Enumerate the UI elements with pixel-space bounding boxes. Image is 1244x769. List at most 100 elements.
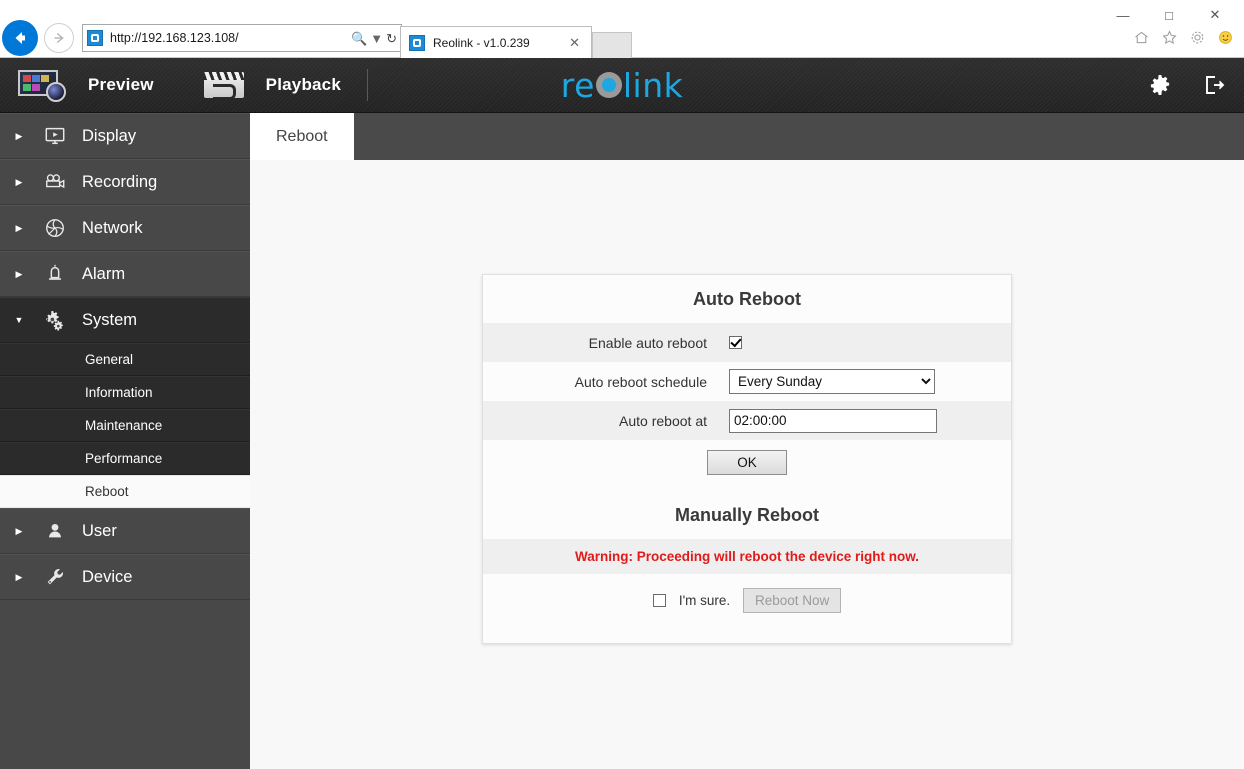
forward-arrow-icon [54, 32, 64, 44]
user-icon [38, 520, 72, 542]
chevron-right-icon: ▶ [15, 525, 23, 536]
enable-auto-reboot-label: Enable auto reboot [588, 334, 707, 351]
ok-button[interactable]: OK [707, 450, 787, 475]
im-sure-checkbox[interactable] [652, 594, 666, 607]
sidebar-label: System [82, 310, 138, 329]
address-input[interactable]: http://192.168.123.108/ [110, 31, 351, 45]
refresh-icon[interactable]: ↻ [386, 32, 397, 45]
browser-tab[interactable]: Reolink - v1.0.239 ✕ [400, 26, 592, 58]
sidebar-sublabel: Performance [85, 451, 163, 466]
sidebar-sublabel: Maintenance [85, 418, 163, 433]
sidebar-subitem-information[interactable]: Information [0, 376, 250, 409]
sidebar-item-user[interactable]: ▶ User [0, 508, 250, 554]
auto-reboot-schedule-select[interactable]: Every Sunday [729, 369, 935, 394]
new-tab-button[interactable] [592, 32, 632, 58]
preview-logo-icon [18, 70, 66, 102]
sidebar-item-display[interactable]: ▶ Display [0, 113, 250, 159]
chevron-right-icon: ▶ [15, 130, 23, 141]
logout-icon[interactable] [1202, 73, 1226, 97]
minimize-button[interactable]: — [1100, 2, 1146, 28]
browser-tab-strip: Reolink - v1.0.239 ✕ [400, 22, 632, 58]
close-icon[interactable]: ✕ [566, 35, 583, 51]
header-actions [1148, 73, 1226, 97]
window-controls: — □ ✕ [1100, 2, 1238, 28]
enable-auto-reboot-checkbox[interactable] [729, 336, 742, 349]
auto-reboot-title: Auto Reboot [483, 275, 1011, 323]
sidebar-subitem-performance[interactable]: Performance [0, 442, 250, 475]
sidebar-item-system[interactable]: ▼ System [0, 297, 250, 343]
favorites-icon[interactable] [1158, 26, 1180, 48]
wrench-icon [38, 566, 72, 588]
browser-chrome: http://192.168.123.108/ 🔍 ▼ ↻ Reolink - … [0, 0, 1244, 58]
nav-preview[interactable]: Preview [88, 75, 154, 95]
sidebar-label: Display [82, 126, 137, 145]
sidebar-item-device[interactable]: ▶ Device [0, 554, 250, 600]
sidebar-label: Alarm [82, 264, 126, 283]
maximize-button[interactable]: □ [1146, 2, 1192, 28]
sidebar-label: Recording [82, 172, 158, 191]
sidebar-sublabel: General [85, 352, 134, 367]
sidebar-item-recording[interactable]: ▶ Recording [0, 159, 250, 205]
sidebar-label: Network [82, 218, 143, 237]
feedback-icon[interactable] [1214, 26, 1236, 48]
auto-reboot-actions: OK [483, 440, 1011, 491]
tab-favicon-icon [409, 34, 425, 51]
sidebar-item-network[interactable]: ▶ Network [0, 205, 250, 251]
brand-logo: re link [0, 66, 1244, 105]
manual-reboot-title: Manually Reboot [483, 491, 1011, 539]
sidebar: ▶ Display ▶ Recording ▶ Network ▶ Alarm … [0, 113, 250, 769]
auto-reboot-time-input[interactable] [729, 408, 937, 433]
forward-button[interactable] [44, 23, 74, 53]
sidebar-sublabel: Information [85, 385, 153, 400]
settings-icon[interactable] [1186, 26, 1208, 48]
brand-o-icon [595, 72, 622, 98]
row-auto-reboot-at: Auto reboot at [483, 401, 1011, 440]
gears-icon [38, 308, 72, 332]
sidebar-item-alarm[interactable]: ▶ Alarm [0, 251, 250, 297]
im-sure-label: I'm sure. [678, 593, 731, 608]
tab-reboot[interactable]: Reboot [250, 113, 354, 160]
brand-text-left: re [560, 65, 595, 105]
content-tabbar: Reboot [250, 113, 1244, 160]
manual-reboot-actions: I'm sure. Reboot Now [483, 574, 1011, 643]
chevron-right-icon: ▶ [15, 222, 23, 233]
brand-text-right: link [622, 65, 684, 105]
back-arrow-icon [15, 32, 25, 44]
back-button[interactable] [2, 20, 38, 56]
chevron-right-icon: ▶ [15, 571, 23, 582]
sidebar-subitem-reboot[interactable]: Reboot [0, 475, 250, 508]
browser-tab-title: Reolink - v1.0.239 [433, 35, 530, 50]
site-favicon-icon [87, 30, 103, 46]
reboot-now-button[interactable]: Reboot Now [743, 588, 842, 613]
search-icon[interactable]: 🔍 [351, 32, 367, 45]
sidebar-subitem-maintenance[interactable]: Maintenance [0, 409, 250, 442]
chevron-down-icon[interactable]: ▼ [370, 32, 383, 45]
browser-nav-row: http://192.168.123.108/ 🔍 ▼ ↻ [0, 20, 402, 56]
reboot-panel: Auto Reboot Enable auto reboot Auto rebo… [482, 274, 1012, 644]
home-icon[interactable] [1130, 26, 1152, 48]
sidebar-label: User [82, 521, 117, 540]
app-header: Preview Playback re link [0, 58, 1244, 113]
header-divider [367, 69, 368, 101]
address-bar[interactable]: http://192.168.123.108/ 🔍 ▼ ↻ [82, 24, 402, 52]
video-camera-icon [38, 171, 72, 193]
row-auto-reboot-schedule: Auto reboot schedule Every Sunday [483, 362, 1011, 401]
row-enable-auto-reboot: Enable auto reboot [483, 323, 1011, 362]
globe-icon [38, 217, 72, 239]
close-window-button[interactable]: ✕ [1192, 2, 1238, 28]
bell-icon [38, 263, 72, 285]
address-bar-actions: 🔍 ▼ ↻ [351, 32, 397, 45]
app-body: ▶ Display ▶ Recording ▶ Network ▶ Alarm … [0, 113, 1244, 769]
nav-playback[interactable]: Playback [266, 75, 341, 95]
sidebar-sublabel: Reboot [85, 484, 129, 499]
auto-reboot-at-label: Auto reboot at [619, 412, 707, 429]
auto-reboot-schedule-label: Auto reboot schedule [574, 373, 707, 390]
playback-icon [203, 72, 244, 98]
reboot-warning-text: Warning: Proceeding will reboot the devi… [483, 539, 1011, 574]
content-area: Reboot Auto Reboot Enable auto reboot Au… [250, 113, 1244, 769]
content-canvas: Auto Reboot Enable auto reboot Auto rebo… [250, 160, 1244, 769]
gear-icon[interactable] [1148, 73, 1172, 97]
sidebar-subitem-general[interactable]: General [0, 343, 250, 376]
chevron-down-icon: ▼ [14, 315, 24, 325]
sidebar-label: Device [82, 567, 133, 586]
